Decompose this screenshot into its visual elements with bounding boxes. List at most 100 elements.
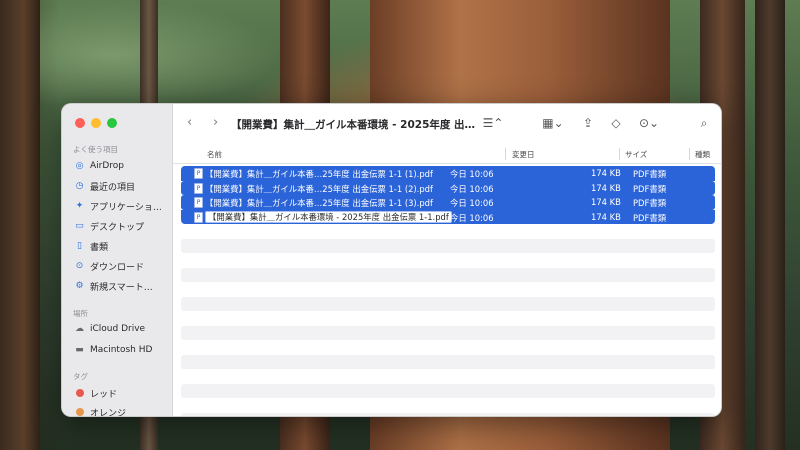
sidebar-item-label: オレンジ (90, 408, 127, 417)
sidebar-item-recents[interactable]: ◷ 最近の項目 (74, 178, 135, 194)
empty-row (181, 340, 715, 355)
column-divider[interactable] (689, 148, 690, 160)
empty-row (181, 267, 715, 282)
empty-row (181, 412, 715, 416)
empty-row (181, 282, 715, 297)
list-view-icon[interactable]: ☰⌃ (479, 115, 507, 131)
airdrop-icon: ◎ (75, 161, 84, 171)
sidebar-item-label: 最近の項目 (90, 182, 136, 193)
sidebar-item-macintosh-hd[interactable]: ▬ Macintosh HD (74, 342, 152, 358)
more-actions-icon[interactable]: ⊙⌄ (635, 115, 663, 131)
file-name-rename-field[interactable]: 【開業費】集計＿ガイル本番環境 - 2025年度 出金伝票 1-1.pdf (205, 210, 452, 223)
smart-folder-icon: ⚙ (75, 281, 84, 291)
empty-row (181, 311, 715, 326)
download-icon: ⊙ (75, 261, 84, 271)
file-name: 【開業費】集計＿ガイル本番…25年度 出金伝票 1-1 (3).pdf (205, 198, 433, 208)
sidebar-item-label: デスクトップ (90, 222, 145, 233)
share-icon[interactable]: ⇪ (579, 115, 597, 131)
sidebar-item-documents[interactable]: ▯ 書類 (74, 238, 108, 254)
file-size: 174 KB (591, 182, 621, 193)
sidebar-item-tag-orange[interactable]: オレンジ (74, 404, 127, 417)
file-modified: 今日 10:06 (450, 169, 494, 179)
wallpaper-tree (0, 0, 40, 450)
sidebar-section-favorites: よく使う項目 (73, 145, 118, 154)
file-kind: PDF書類 (633, 169, 667, 179)
file-row[interactable]: P 【開業費】集計＿ガイル本番…25年度 出金伝票 1-1 (3).pdf 今日… (181, 195, 715, 210)
sidebar-section-tags: タグ (73, 372, 88, 381)
document-icon: ▯ (77, 241, 82, 251)
tag-red-dot-icon (74, 388, 85, 399)
sidebar-item-icloud-drive[interactable]: ☁ iCloud Drive (74, 321, 145, 337)
file-kind: PDF書類 (633, 212, 667, 223)
empty-row (181, 369, 715, 384)
column-divider[interactable] (619, 148, 620, 160)
file-modified: 今日 10:06 (450, 198, 494, 208)
forward-chevron-icon[interactable]: › (213, 116, 218, 130)
column-name[interactable]: 名前 (207, 149, 222, 160)
pdf-file-icon: P (194, 168, 203, 179)
file-name: 【開業費】集計＿ガイル本番…25年度 出金伝票 1-1 (1).pdf (205, 169, 433, 179)
file-row[interactable]: P 【開業費】集計＿ガイル本番環境 - 2025年度 出金伝票 1-1.pdf … (181, 209, 715, 224)
tag-orange-dot-icon (74, 407, 85, 416)
disk-icon: ▬ (75, 345, 84, 355)
file-size: 174 KB (591, 168, 621, 178)
cloud-icon: ☁ (75, 324, 84, 334)
column-modified[interactable]: 変更日 (512, 149, 535, 160)
sidebar-item-label: レッド (90, 389, 118, 400)
sidebar-item-tag-red[interactable]: レッド (74, 385, 117, 401)
sidebar-item-smart-folder[interactable]: ⚙ 新規スマート… (74, 278, 153, 294)
pdf-file-icon: P (194, 211, 203, 223)
sidebar-item-desktop[interactable]: ▭ デスクトップ (74, 218, 144, 234)
sidebar-section-locations: 場所 (73, 309, 88, 318)
file-list: P 【開業費】集計＿ガイル本番…25年度 出金伝票 1-1 (1).pdf 今日… (181, 166, 715, 416)
clock-icon: ◷ (75, 181, 84, 191)
sidebar-item-label: アプリケーショ… (90, 202, 162, 213)
column-divider[interactable] (505, 148, 506, 160)
wallpaper-tree (755, 0, 785, 450)
window-controls (75, 118, 117, 128)
empty-row (181, 383, 715, 398)
empty-row (181, 325, 715, 340)
sidebar-item-applications[interactable]: ✦ アプリケーショ… (74, 198, 162, 214)
file-name: 【開業費】集計＿ガイル本番…25年度 出金伝票 1-1 (2).pdf (205, 183, 433, 194)
file-modified: 今日 10:06 (450, 183, 494, 194)
window-title: 【開業費】集計＿ガイル本番環境 - 2025年度 出… (231, 119, 476, 131)
back-chevron-icon[interactable]: ‹ (187, 116, 192, 130)
sidebar-item-label: 書類 (90, 242, 109, 253)
empty-row (181, 253, 715, 268)
sidebar-item-downloads[interactable]: ⊙ ダウンロード (74, 258, 144, 274)
sidebar-item-label: Macintosh HD (90, 345, 153, 355)
sidebar-item-label: AirDrop (90, 161, 125, 171)
column-size[interactable]: サイズ (625, 149, 647, 160)
file-row[interactable]: P 【開業費】集計＿ガイル本番…25年度 出金伝票 1-1 (1).pdf 今日… (181, 166, 715, 181)
file-kind: PDF書類 (633, 198, 667, 208)
empty-row (181, 238, 715, 253)
sidebar-item-label: iCloud Drive (90, 324, 146, 334)
finder-window: よく使う項目 ◎ AirDrop ◷ 最近の項目 ✦ アプリケーショ… ▭ デス… (61, 103, 722, 417)
minimize-button[interactable] (91, 118, 101, 128)
file-row[interactable]: P 【開業費】集計＿ガイル本番…25年度 出金伝票 1-1 (2).pdf 今日… (181, 180, 715, 195)
column-kind[interactable]: 種類 (695, 149, 710, 160)
file-browser: ‹ › 【開業費】集計＿ガイル本番環境 - 2025年度 出… ☰⌃ ▦⌄ ⇪ … (173, 104, 721, 416)
desktop-icon: ▭ (75, 221, 84, 231)
file-modified: 今日 10:06 (450, 212, 494, 223)
pdf-file-icon: P (194, 182, 203, 194)
zoom-button[interactable] (107, 118, 117, 128)
empty-row (181, 354, 715, 369)
file-size: 174 KB (591, 197, 621, 207)
tag-icon[interactable]: ◇ (607, 115, 625, 131)
empty-row (181, 296, 715, 311)
sidebar-item-label: 新規スマート… (90, 282, 153, 293)
file-size: 174 KB (591, 211, 621, 222)
toolbar: ‹ › 【開業費】集計＿ガイル本番環境 - 2025年度 出… ☰⌃ ▦⌄ ⇪ … (173, 104, 721, 144)
empty-row (181, 224, 715, 239)
close-button[interactable] (75, 118, 85, 128)
empty-row (181, 398, 715, 413)
sidebar-item-airdrop[interactable]: ◎ AirDrop (74, 158, 124, 174)
group-view-icon[interactable]: ▦⌄ (539, 115, 567, 131)
sidebar-item-label: ダウンロード (90, 262, 145, 273)
sidebar: よく使う項目 ◎ AirDrop ◷ 最近の項目 ✦ アプリケーショ… ▭ デス… (62, 104, 173, 416)
file-kind: PDF書類 (633, 183, 667, 194)
column-header: 名前 変更日 サイズ 種類 (173, 144, 721, 164)
search-icon[interactable]: ⌕ (695, 115, 713, 131)
